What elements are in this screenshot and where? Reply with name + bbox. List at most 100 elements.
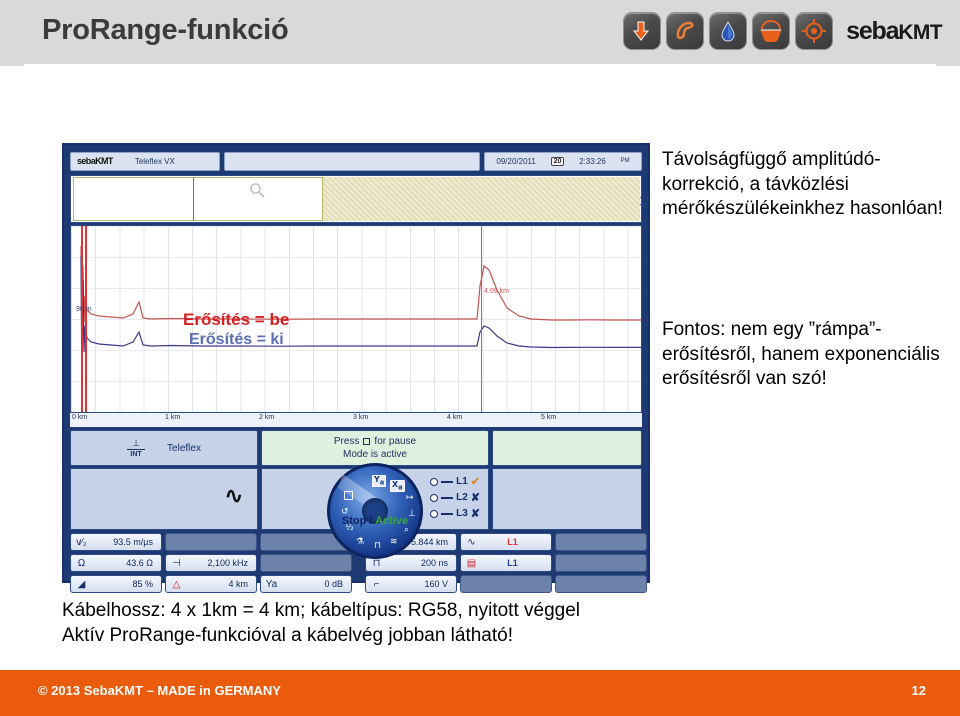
cross-icon-l3: ✘ xyxy=(470,508,480,520)
velocity-icon: v⁄₂ xyxy=(76,536,87,548)
dial-ground-icon[interactable]: ⊥ xyxy=(408,510,416,519)
device-date: 09/20/2011 xyxy=(496,156,536,166)
seba-wordmark: seba xyxy=(846,16,899,45)
velocity-button[interactable]: v⁄₂ 93.5 m/µs xyxy=(70,533,162,551)
run-state-stop: Stop / xyxy=(341,515,373,527)
radio-l1-icon[interactable] xyxy=(430,477,439,486)
seba-kmt-logo: sebaKMT xyxy=(846,17,942,46)
trace-graph[interactable]: 90 m 4.09 km Erősítés = be Erősítés = ki xyxy=(70,225,642,413)
y-gain-button[interactable]: Ya 0 dB xyxy=(260,575,352,593)
value-column-5: ∿ L1 ▤ L1 xyxy=(460,533,552,593)
legend-row-l1[interactable]: L1 ✔ xyxy=(430,475,480,488)
x-tick-4: 4 km xyxy=(447,414,463,421)
internal-coupling-icon: ⊥ INT xyxy=(127,438,146,458)
empty-slot-5c xyxy=(460,575,552,593)
slide: ProRange-funkció sebaKMT sebaKMT Telefle… xyxy=(0,0,960,716)
y-gain-icon: Ya xyxy=(265,578,278,590)
impedance-icon: Ω xyxy=(77,557,86,569)
mode-active-text: Mode is active xyxy=(343,449,407,460)
legend-dash-l3 xyxy=(441,512,454,515)
range-icon: △ xyxy=(172,578,181,590)
overview-active-window[interactable] xyxy=(73,177,323,221)
pause-hint-suffix: for pause xyxy=(374,436,417,447)
value-column-2: ⊣ 2,100 kHz △ 4 km xyxy=(165,533,257,593)
gain-value: 85 % xyxy=(132,579,153,589)
pulse-voltage-button[interactable]: ⌐ 160 V xyxy=(365,575,457,593)
device-screenshot: sebaKMT Teleflex VX 09/20/2011 20 2:33:2… xyxy=(62,143,650,593)
gain-ramp-icon: ◢ xyxy=(77,578,86,590)
page-title: ProRange-funkció xyxy=(42,14,289,46)
graph-measure-cursor[interactable] xyxy=(481,226,482,412)
magnifier-icon xyxy=(250,183,265,198)
overview-cursor[interactable] xyxy=(193,177,194,221)
device-topbar: sebaKMT Teleflex VX 09/20/2011 20 2:33:2… xyxy=(68,149,644,173)
dial-cell[interactable]: L1 ✔ L2 ✘ L3 ✘ Ya Xa ↦ ⊥ ⌕ ≋ ⊓ ⚗ ½ ↺ Sto… xyxy=(261,463,489,559)
mode-row: ⊥ INT Teleflex Press for pause Mode is ac… xyxy=(70,430,642,466)
line-legend: L1 ✔ L2 ✘ L3 ✘ xyxy=(430,475,480,520)
water-drop-icon[interactable] xyxy=(709,12,748,50)
velocity-value: 93.5 m/µs xyxy=(113,537,153,547)
impedance-button[interactable]: Ω 43.6 Ω xyxy=(70,554,162,572)
dial-arrow-right-icon[interactable]: ↦ xyxy=(406,494,414,503)
dial-burn-icon[interactable]: ⚗ xyxy=(356,538,364,547)
waveform-cell[interactable]: ∿ xyxy=(70,468,258,530)
empty-slot-2a xyxy=(165,533,257,551)
dial-y-gain-icon[interactable]: Ya xyxy=(372,475,387,488)
value-column-1: v⁄₂ 93.5 m/µs Ω 43.6 Ω ◢ 85 % xyxy=(70,533,162,593)
dial-face[interactable]: Ya Xa ↦ ⊥ ⌕ ≋ ⊓ ⚗ ½ ↺ xyxy=(327,463,423,559)
footer-page-number: 12 xyxy=(911,683,926,698)
pause-hint-row: Press for pause xyxy=(334,436,416,447)
radio-l2-icon[interactable] xyxy=(430,493,439,502)
graph-zero-cursor-secondary[interactable] xyxy=(85,226,87,412)
pulse-voltage-value: 160 V xyxy=(424,579,448,589)
device-kmt-wordmark: KMT xyxy=(95,156,113,166)
kmt-wordmark: KMT xyxy=(898,20,942,44)
pause-key-icon xyxy=(363,437,371,445)
gain-button[interactable]: ◢ 85 % xyxy=(70,575,162,593)
empty-slot-6a xyxy=(555,533,647,551)
trace-curve-button[interactable]: ∿ L1 xyxy=(460,533,552,551)
range-button[interactable]: △ 4 km xyxy=(165,575,257,593)
dial-waves-icon[interactable]: ≋ xyxy=(390,538,398,547)
dial-pulse-icon[interactable]: ⊓ xyxy=(374,542,381,551)
overview-strip[interactable] xyxy=(70,175,642,223)
mode-spare-cell xyxy=(492,430,642,466)
device-title-pill xyxy=(224,151,480,171)
right-paragraph-2: Fontos: nem egy ”rámpa”-erősítésről, han… xyxy=(662,319,940,390)
method-cell[interactable]: ⊥ INT Teleflex xyxy=(70,430,258,466)
navigation-dial[interactable]: Ya Xa ↦ ⊥ ⌕ ≋ ⊓ ⚗ ½ ↺ xyxy=(327,463,423,559)
memory-trace-button[interactable]: ▤ L1 xyxy=(460,554,552,572)
bottom-text-line-1: Kábelhossz: 4 x 1km = 4 km; kábeltípus: … xyxy=(62,600,581,621)
device-brand-pill: sebaKMT Teleflex VX xyxy=(70,151,220,171)
frequency-button[interactable]: ⊣ 2,100 kHz xyxy=(165,554,257,572)
dial-x-cursor-icon[interactable]: Xa xyxy=(390,480,405,493)
header-divider xyxy=(24,64,936,66)
memory-icon: ▤ xyxy=(466,557,477,569)
x-tick-5: 5 km xyxy=(541,414,557,421)
overview-inactive-region xyxy=(323,177,640,221)
legend-row-l2[interactable]: L2 ✘ xyxy=(430,491,480,504)
pulse-width-icon: ⊓ xyxy=(372,557,381,569)
dial-stop-square-icon[interactable] xyxy=(344,491,353,500)
basket-icon[interactable] xyxy=(752,12,791,50)
phone-handset-icon[interactable] xyxy=(666,12,705,50)
gain-on-annotation: Erősítés = be xyxy=(183,310,290,329)
device-time: 2:33:26 xyxy=(579,156,606,166)
gain-off-annotation: Erősítés = ki xyxy=(189,331,284,348)
graph-cursor-distance-label: 4.09 km xyxy=(484,288,509,295)
graph-zero-cursor[interactable] xyxy=(81,226,83,412)
y-gain-value: 0 dB xyxy=(324,579,343,589)
legend-label-l2: L2 xyxy=(456,492,468,503)
down-arrow-icon[interactable] xyxy=(623,12,662,50)
legend-row-l3[interactable]: L3 ✘ xyxy=(430,507,480,520)
dial-magnifier-icon[interactable]: ⌕ xyxy=(404,526,409,535)
device-model-label: Teleflex VX xyxy=(134,156,175,166)
radio-l3-icon[interactable] xyxy=(430,509,439,518)
check-icon-l1: ✔ xyxy=(470,476,480,488)
target-crosshair-icon[interactable] xyxy=(795,12,834,50)
near-marker-label: 90 m xyxy=(76,306,92,313)
graph-traces xyxy=(80,245,641,399)
value-column-6 xyxy=(555,533,647,593)
legend-dash-l2 xyxy=(441,496,454,499)
int-label: INT xyxy=(130,450,142,458)
